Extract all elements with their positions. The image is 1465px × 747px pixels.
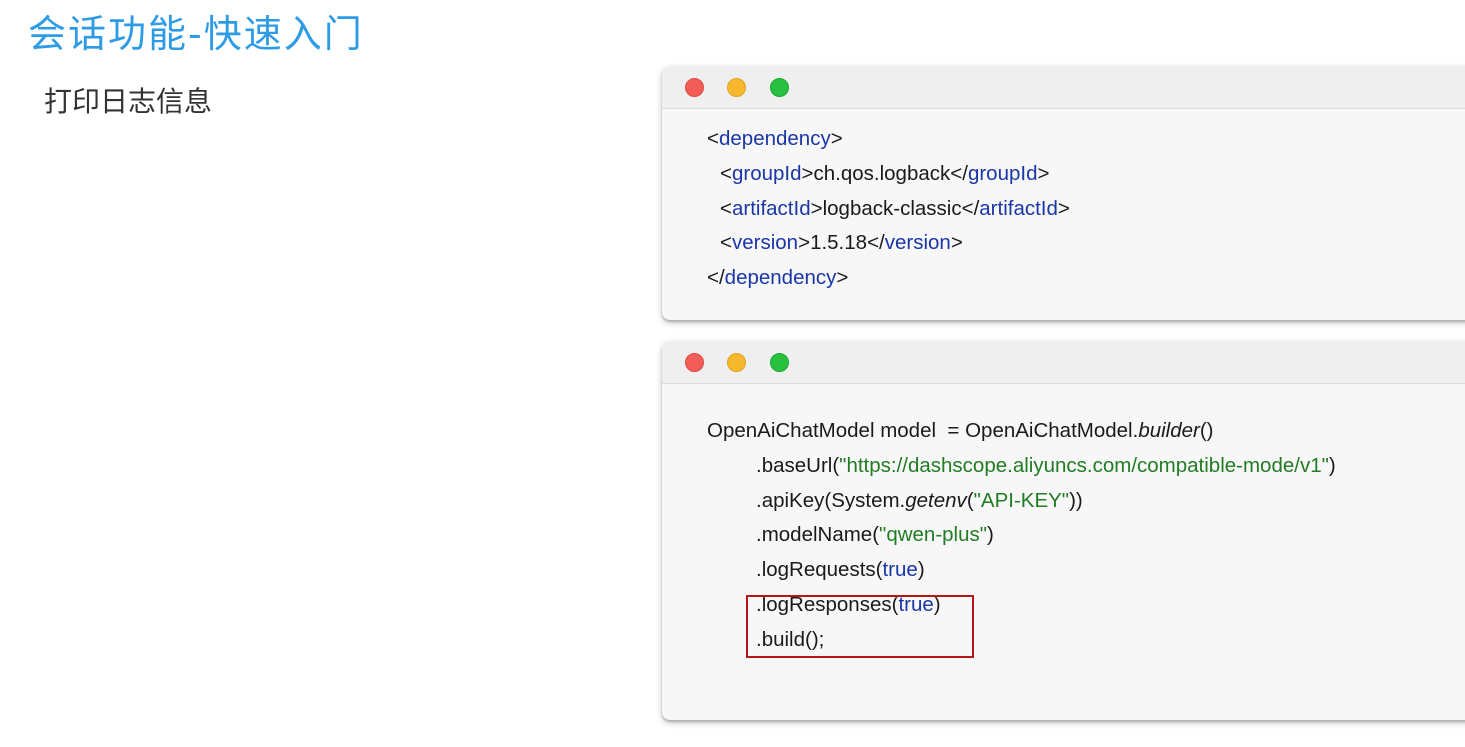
- minimize-dot-icon[interactable]: [727, 353, 746, 372]
- xml-tag: artifactId: [731, 196, 811, 220]
- xml-value: ch.qos.logback: [813, 161, 951, 185]
- xml-value: 1.5.18: [810, 231, 868, 255]
- java-code-window: OpenAiChatModel model = OpenAiChatModel.…: [662, 341, 1465, 720]
- maximize-dot-icon[interactable]: [770, 78, 789, 97]
- xml-tag: version: [731, 231, 799, 255]
- code-text: .logRequests(: [756, 558, 883, 582]
- code-text: OpenAiChatModel model = OpenAiChatModel.: [707, 419, 1139, 442]
- xml-tag: groupId: [967, 161, 1038, 185]
- xml-value: logback-classic: [822, 196, 962, 220]
- code-text: (): [1199, 419, 1214, 442]
- code-line: OpenAiChatModel model = OpenAiChatModel.…: [662, 414, 1465, 449]
- code-line: <version>1.5.18</version>: [720, 231, 963, 255]
- code-method: builder: [1138, 419, 1200, 442]
- xml-tag: version: [884, 231, 951, 255]
- xml-tag: dependency: [724, 266, 837, 290]
- slide-subtitle: 打印日志信息: [44, 85, 213, 118]
- code-text: .baseUrl(: [756, 453, 840, 477]
- code-line: .logRequests(true): [756, 558, 925, 582]
- code-line: .baseUrl("https://dashscope.aliyuncs.com…: [756, 453, 1336, 477]
- slide-title: 会话功能-快速入门: [28, 12, 364, 56]
- code-text: .build();: [756, 627, 825, 651]
- maximize-dot-icon[interactable]: [770, 353, 789, 372]
- window-titlebar: [662, 341, 1465, 384]
- code-string: "https://dashscope.aliyuncs.com/compatib…: [839, 453, 1329, 477]
- code-line: <dependency>: [707, 127, 843, 150]
- close-dot-icon[interactable]: [685, 78, 704, 97]
- window-titlebar: [662, 66, 1465, 109]
- code-string: "qwen-plus": [879, 523, 988, 547]
- code-string: "API-KEY": [973, 488, 1070, 512]
- code-keyword: true: [898, 592, 934, 616]
- java-code-body: OpenAiChatModel model = OpenAiChatModel.…: [662, 384, 1465, 658]
- code-line: .apiKey(System.getenv("API-KEY")): [756, 488, 1083, 512]
- xml-code-window: <dependency> <groupId>ch.qos.logback</gr…: [662, 66, 1465, 320]
- code-line: .build();: [662, 623, 1465, 658]
- code-text: .modelName(: [756, 523, 880, 547]
- xml-tag: groupId: [731, 161, 802, 185]
- code-keyword: true: [882, 558, 918, 582]
- code-line: .modelName("qwen-plus"): [756, 523, 994, 547]
- xml-tag: dependency: [718, 127, 831, 150]
- code-method: getenv: [905, 488, 967, 512]
- code-line: <groupId>ch.qos.logback</groupId>: [720, 161, 1050, 185]
- code-line: </dependency>: [707, 266, 849, 290]
- code-line: .logResponses(true): [756, 592, 941, 616]
- close-dot-icon[interactable]: [685, 353, 704, 372]
- code-line: <artifactId>logback-classic</artifactId>: [720, 196, 1070, 220]
- code-text: .logResponses(: [756, 592, 899, 616]
- code-text: .apiKey(System.: [756, 488, 906, 512]
- xml-tag: artifactId: [979, 196, 1058, 220]
- xml-code-body: <dependency> <groupId>ch.qos.logback</gr…: [662, 109, 1465, 296]
- minimize-dot-icon[interactable]: [727, 78, 746, 97]
